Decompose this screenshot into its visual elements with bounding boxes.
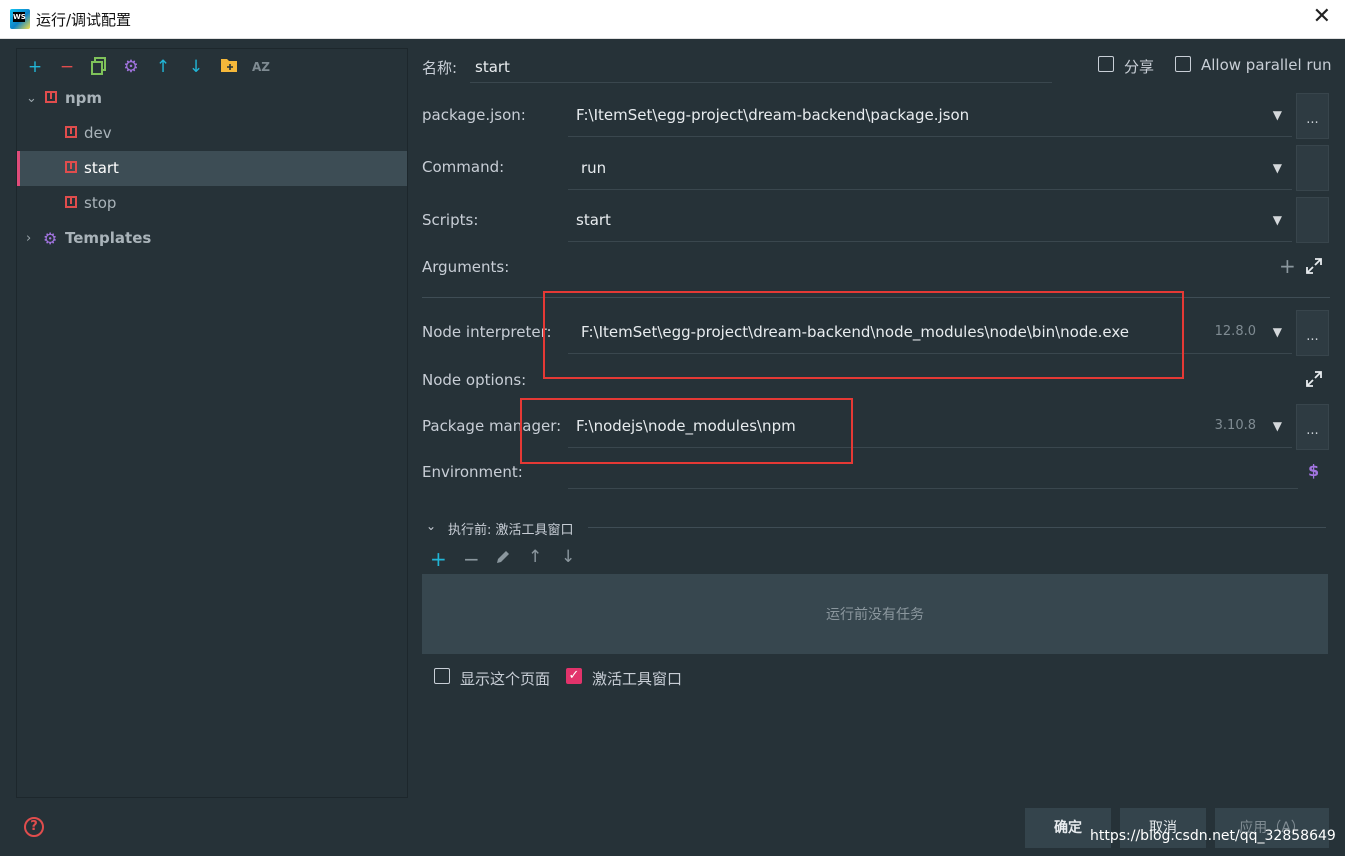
copy-icon[interactable] xyxy=(89,57,109,77)
move-task-down-icon[interactable]: ↓ xyxy=(561,547,575,567)
before-launch-header: 执行前: 激活工具窗口 xyxy=(448,523,574,538)
remove-task-icon[interactable]: − xyxy=(463,547,480,571)
node-interpreter-value: F:\ItemSet\egg-project\dream-backend\nod… xyxy=(581,323,1129,341)
npm-icon xyxy=(65,126,77,138)
name-label: 名称: xyxy=(422,59,458,77)
tree-item-dev[interactable]: dev xyxy=(17,116,407,151)
tree-node-npm[interactable]: ⌄ npm xyxy=(17,81,407,116)
package-json-value: F:\ItemSet\egg-project\dream-backend\pac… xyxy=(576,106,970,124)
command-value: run xyxy=(581,159,607,177)
package-manager-value: F:\nodejs\node_modules\npm xyxy=(576,417,796,435)
separator xyxy=(422,297,1330,298)
dropdown-arrow-icon: ▼ xyxy=(1272,213,1282,227)
add-icon[interactable]: + xyxy=(25,57,45,77)
npm-icon xyxy=(65,161,77,173)
browse-node-interpreter-button[interactable]: ... xyxy=(1296,310,1329,356)
command-combo[interactable]: run ▼ xyxy=(568,147,1292,190)
node-version: 12.8.0 xyxy=(1214,324,1256,339)
tree-item-stop[interactable]: stop xyxy=(17,186,407,221)
folder-icon[interactable] xyxy=(219,57,239,77)
webstorm-logo-icon: WS xyxy=(10,9,30,29)
chevron-down-icon[interactable]: ⌄ xyxy=(426,519,436,533)
package-manager-version: 3.10.8 xyxy=(1214,418,1256,433)
package-manager-label: Package manager: xyxy=(422,417,562,435)
arguments-input[interactable] xyxy=(568,248,1268,288)
move-down-icon[interactable]: ↓ xyxy=(186,57,206,77)
chevron-right-icon: › xyxy=(26,231,32,246)
tree-node-label: npm xyxy=(65,89,103,107)
allow-parallel-label: Allow parallel run xyxy=(1201,56,1332,74)
watermark: https://blog.csdn.net/qq_32858649 xyxy=(1090,828,1336,844)
package-json-label: package.json: xyxy=(422,106,526,124)
node-options-label: Node options: xyxy=(422,371,527,389)
window-title: 运行/调试配置 xyxy=(36,11,132,29)
dropdown-arrow-icon: ▼ xyxy=(1272,108,1282,122)
before-launch-task-list[interactable]: 运行前没有任务 xyxy=(422,574,1328,654)
command-side-button[interactable] xyxy=(1296,145,1329,191)
package-json-combo[interactable]: F:\ItemSet\egg-project\dream-backend\pac… xyxy=(568,94,1292,137)
add-argument-icon[interactable]: + xyxy=(1279,254,1296,278)
tree-item-label: stop xyxy=(84,194,117,212)
templates-gear-icon: ⚙ xyxy=(43,229,58,248)
tree-item-label: dev xyxy=(84,124,112,142)
tree-item-label: start xyxy=(84,159,119,177)
config-tree-panel: + − ⚙ ↑ ↓ AZ ⌄ npm dev start stop › ⚙ Te… xyxy=(16,48,408,798)
environment-label: Environment: xyxy=(422,463,523,481)
settings-icon[interactable]: ⚙ xyxy=(121,57,141,77)
title-bar: WS 运行/调试配置 ✕ xyxy=(0,0,1345,39)
dropdown-arrow-icon: ▼ xyxy=(1272,325,1282,339)
remove-icon[interactable]: − xyxy=(57,57,77,77)
expand-icon[interactable] xyxy=(1306,258,1322,278)
tree-node-templates[interactable]: › ⚙ Templates xyxy=(17,221,407,256)
config-tree: ⌄ npm dev start stop › ⚙ Templates xyxy=(17,81,407,256)
dropdown-arrow-icon: ▼ xyxy=(1272,419,1282,433)
npm-icon xyxy=(45,91,57,103)
help-icon[interactable]: ? xyxy=(24,817,44,837)
tree-node-label: Templates xyxy=(65,229,152,247)
node-options-input[interactable] xyxy=(568,362,1288,398)
edit-task-icon[interactable] xyxy=(495,549,511,569)
separator xyxy=(588,527,1326,528)
command-label: Command: xyxy=(422,158,505,176)
activate-tool-window-label: 激活工具窗口 xyxy=(592,670,683,688)
sort-az-icon[interactable]: AZ xyxy=(251,57,271,77)
share-checkbox[interactable] xyxy=(1098,56,1114,72)
show-page-checkbox[interactable] xyxy=(434,668,450,684)
node-interpreter-label: Node interpreter: xyxy=(422,323,552,341)
name-input[interactable]: start xyxy=(470,52,1052,83)
browse-package-json-button[interactable]: ... xyxy=(1296,93,1329,139)
tree-item-start[interactable]: start xyxy=(17,151,407,186)
allow-parallel-checkbox[interactable] xyxy=(1175,56,1191,72)
chevron-down-icon: ⌄ xyxy=(26,91,37,106)
environment-input[interactable] xyxy=(568,452,1298,489)
package-manager-combo[interactable]: F:\nodejs\node_modules\npm 3.10.8 ▼ xyxy=(568,405,1292,448)
close-icon[interactable]: ✕ xyxy=(1313,4,1331,29)
move-task-up-icon[interactable]: ↑ xyxy=(528,547,542,567)
node-interpreter-combo[interactable]: F:\ItemSet\egg-project\dream-backend\nod… xyxy=(568,311,1292,354)
arguments-label: Arguments: xyxy=(422,258,510,276)
add-task-icon[interactable]: + xyxy=(430,547,447,571)
dropdown-arrow-icon: ▼ xyxy=(1272,161,1282,175)
scripts-side-button[interactable] xyxy=(1296,197,1329,243)
browse-package-manager-button[interactable]: ... xyxy=(1296,404,1329,450)
move-up-icon[interactable]: ↑ xyxy=(153,57,173,77)
scripts-combo[interactable]: start ▼ xyxy=(568,199,1292,242)
npm-icon xyxy=(65,196,77,208)
expand-icon[interactable] xyxy=(1306,371,1322,391)
dollar-icon[interactable]: $ xyxy=(1308,461,1319,480)
scripts-value: start xyxy=(576,211,611,229)
share-label: 分享 xyxy=(1124,58,1155,76)
show-page-label: 显示这个页面 xyxy=(460,670,551,688)
scripts-label: Scripts: xyxy=(422,211,479,229)
activate-tool-window-checkbox[interactable]: ✓ xyxy=(566,668,582,684)
empty-task-list-text: 运行前没有任务 xyxy=(826,607,924,623)
